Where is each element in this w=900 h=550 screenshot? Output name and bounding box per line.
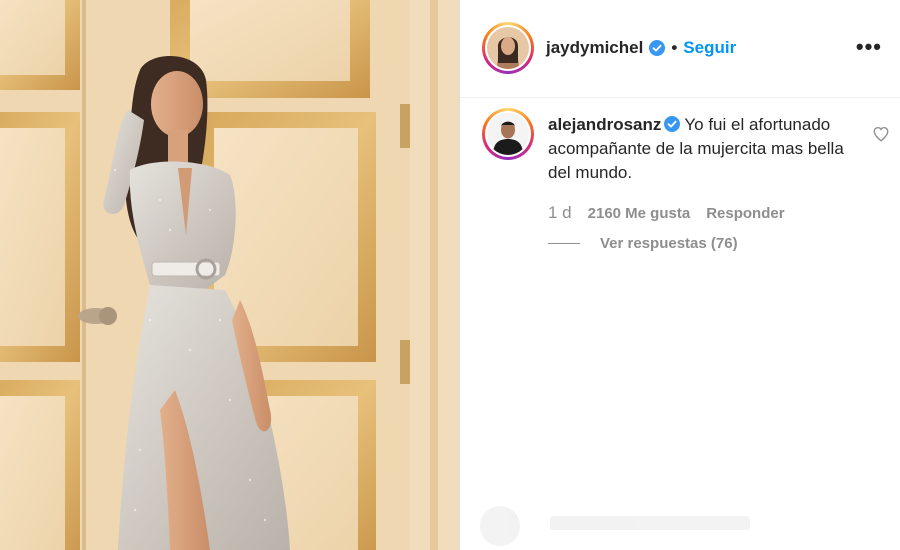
post-header: jaydymichel • Seguir ••• bbox=[460, 0, 900, 98]
author-avatar-image bbox=[487, 27, 529, 69]
faded-next-comment bbox=[480, 500, 880, 546]
commenter-avatar-image bbox=[487, 113, 529, 155]
heart-outline-icon[interactable] bbox=[872, 125, 890, 143]
separator-dot: • bbox=[671, 38, 678, 57]
post-panel: jaydymichel • Seguir ••• alejandrosanz Y… bbox=[460, 0, 900, 550]
verified-badge-icon bbox=[664, 116, 681, 132]
view-replies-label: Ver respuestas (76) bbox=[600, 235, 738, 252]
comment-timestamp[interactable]: 1 d bbox=[548, 203, 572, 223]
commenter-avatar[interactable] bbox=[482, 108, 534, 160]
view-replies-button[interactable]: Ver respuestas (76) bbox=[548, 235, 738, 252]
header-info: jaydymichel • Seguir bbox=[546, 38, 736, 58]
post-photo[interactable] bbox=[0, 0, 460, 550]
comment-meta: 1 d 2160 Me gusta Responder bbox=[548, 203, 785, 223]
photo-scene bbox=[0, 0, 460, 550]
comment-body: alejandrosanz Yo fui el afortunado acomp… bbox=[548, 113, 848, 185]
comment-likes[interactable]: 2160 Me gusta bbox=[588, 205, 691, 222]
verified-badge-icon bbox=[649, 40, 666, 56]
follow-button[interactable]: Seguir bbox=[683, 38, 736, 58]
reply-button[interactable]: Responder bbox=[706, 205, 784, 222]
more-options-icon[interactable]: ••• bbox=[856, 36, 882, 58]
author-avatar[interactable] bbox=[482, 22, 534, 74]
commenter-username[interactable]: alejandrosanz bbox=[548, 115, 661, 134]
replies-divider bbox=[548, 243, 580, 244]
post-author-username[interactable]: jaydymichel bbox=[546, 38, 643, 58]
